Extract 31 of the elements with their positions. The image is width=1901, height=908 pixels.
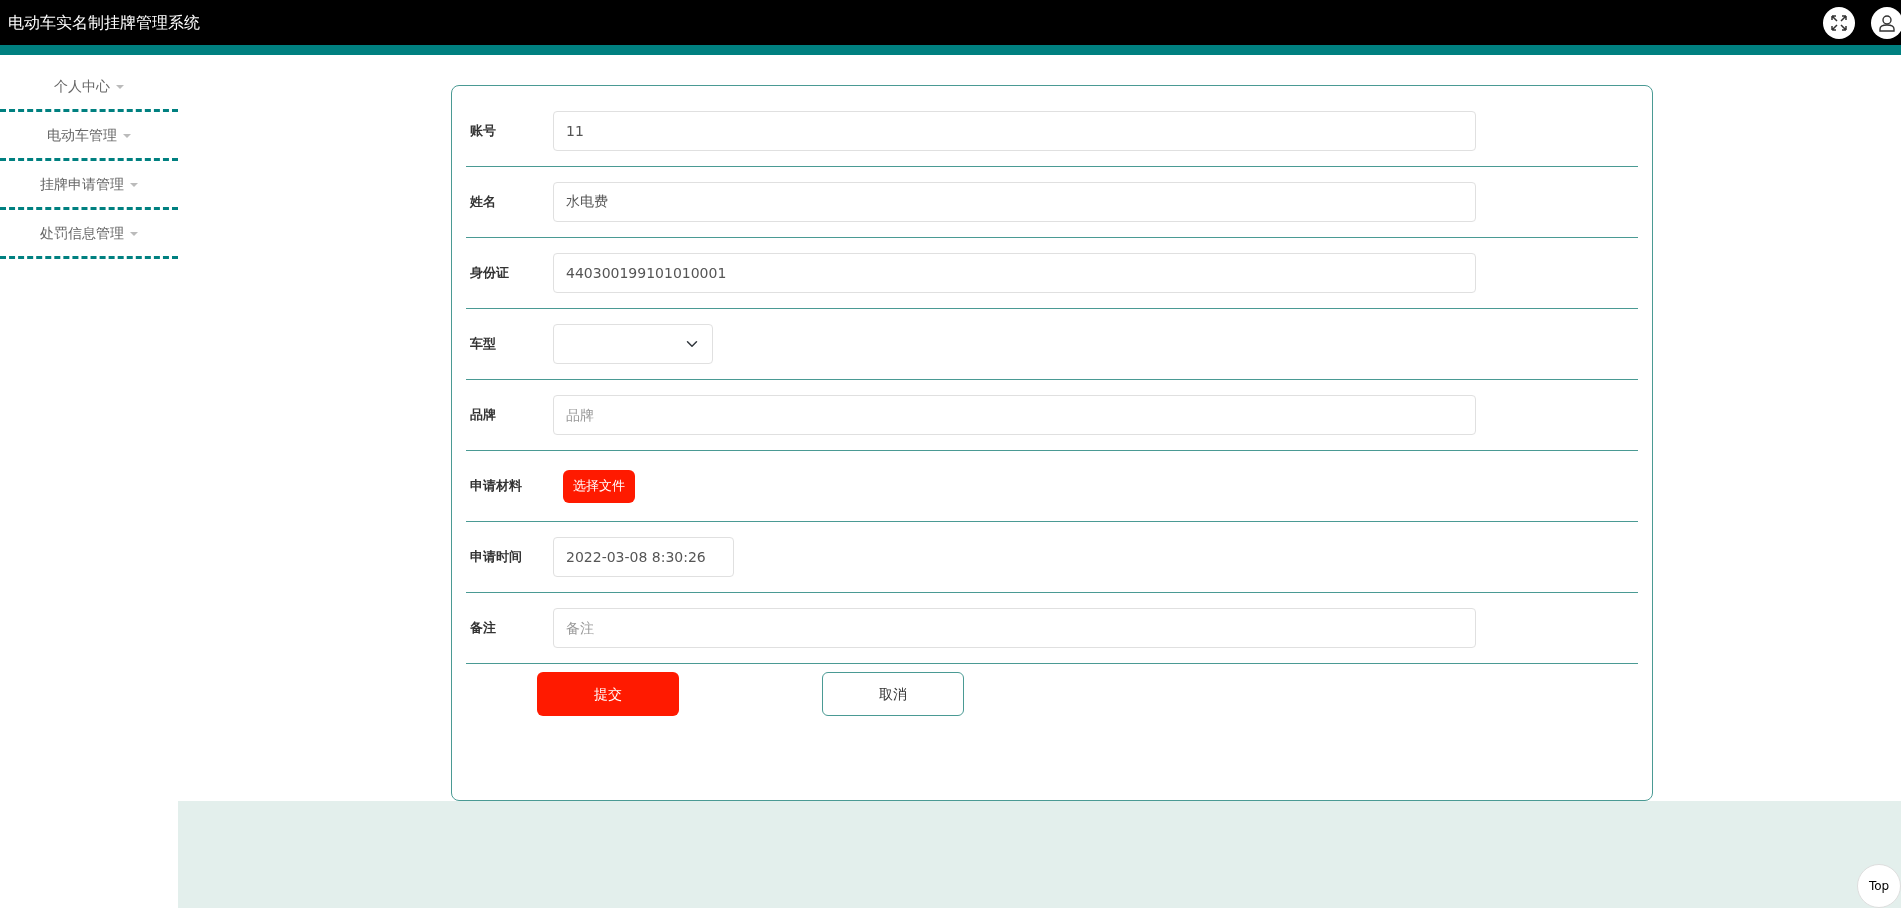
input-field[interactable]: 水电费 [553,182,1476,222]
field-label: 车型 [470,335,497,354]
input-field[interactable]: 11 [553,111,1476,151]
field-label: 申请材料 [470,477,523,496]
field-label: 品牌 [470,406,497,425]
fullscreen-button[interactable] [1823,6,1855,39]
cancel-button[interactable]: 取消 [822,672,964,716]
sidebar-menu-item[interactable]: 电动车管理 [0,112,178,161]
input-field[interactable]: 品牌 [553,395,1476,435]
field-label: 申请时间 [470,548,523,567]
field-label: 姓名 [470,193,497,212]
caret-icon [116,84,124,89]
user-button[interactable] [1871,6,1901,39]
user-icon [1878,13,1896,32]
sidebar-menu-item[interactable]: 挂牌申请管理 [0,161,178,210]
submit-button[interactable]: 提交 [537,672,679,716]
caret-icon [130,231,138,236]
sidebar-menu-item[interactable]: 个人中心 [0,63,178,112]
input-field[interactable]: 440300199101010001 [553,253,1476,293]
field-label: 身份证 [470,264,510,283]
app-title: 电动车实名制挂牌管理系统 [8,11,200,34]
expand-icon [1830,13,1848,32]
sidebar-menu-item[interactable]: 处罚信息管理 [0,210,178,259]
caret-icon [123,133,131,138]
field-label: 账号 [470,122,497,141]
date-field[interactable]: 2022-03-08 8:30:26 [553,537,734,577]
field-label: 备注 [470,619,497,638]
caret-icon [130,182,138,187]
choose-file-button[interactable]: 选择文件 [563,469,635,503]
input-field[interactable]: 备注 [553,608,1476,648]
dropdown-field[interactable] [553,324,713,364]
